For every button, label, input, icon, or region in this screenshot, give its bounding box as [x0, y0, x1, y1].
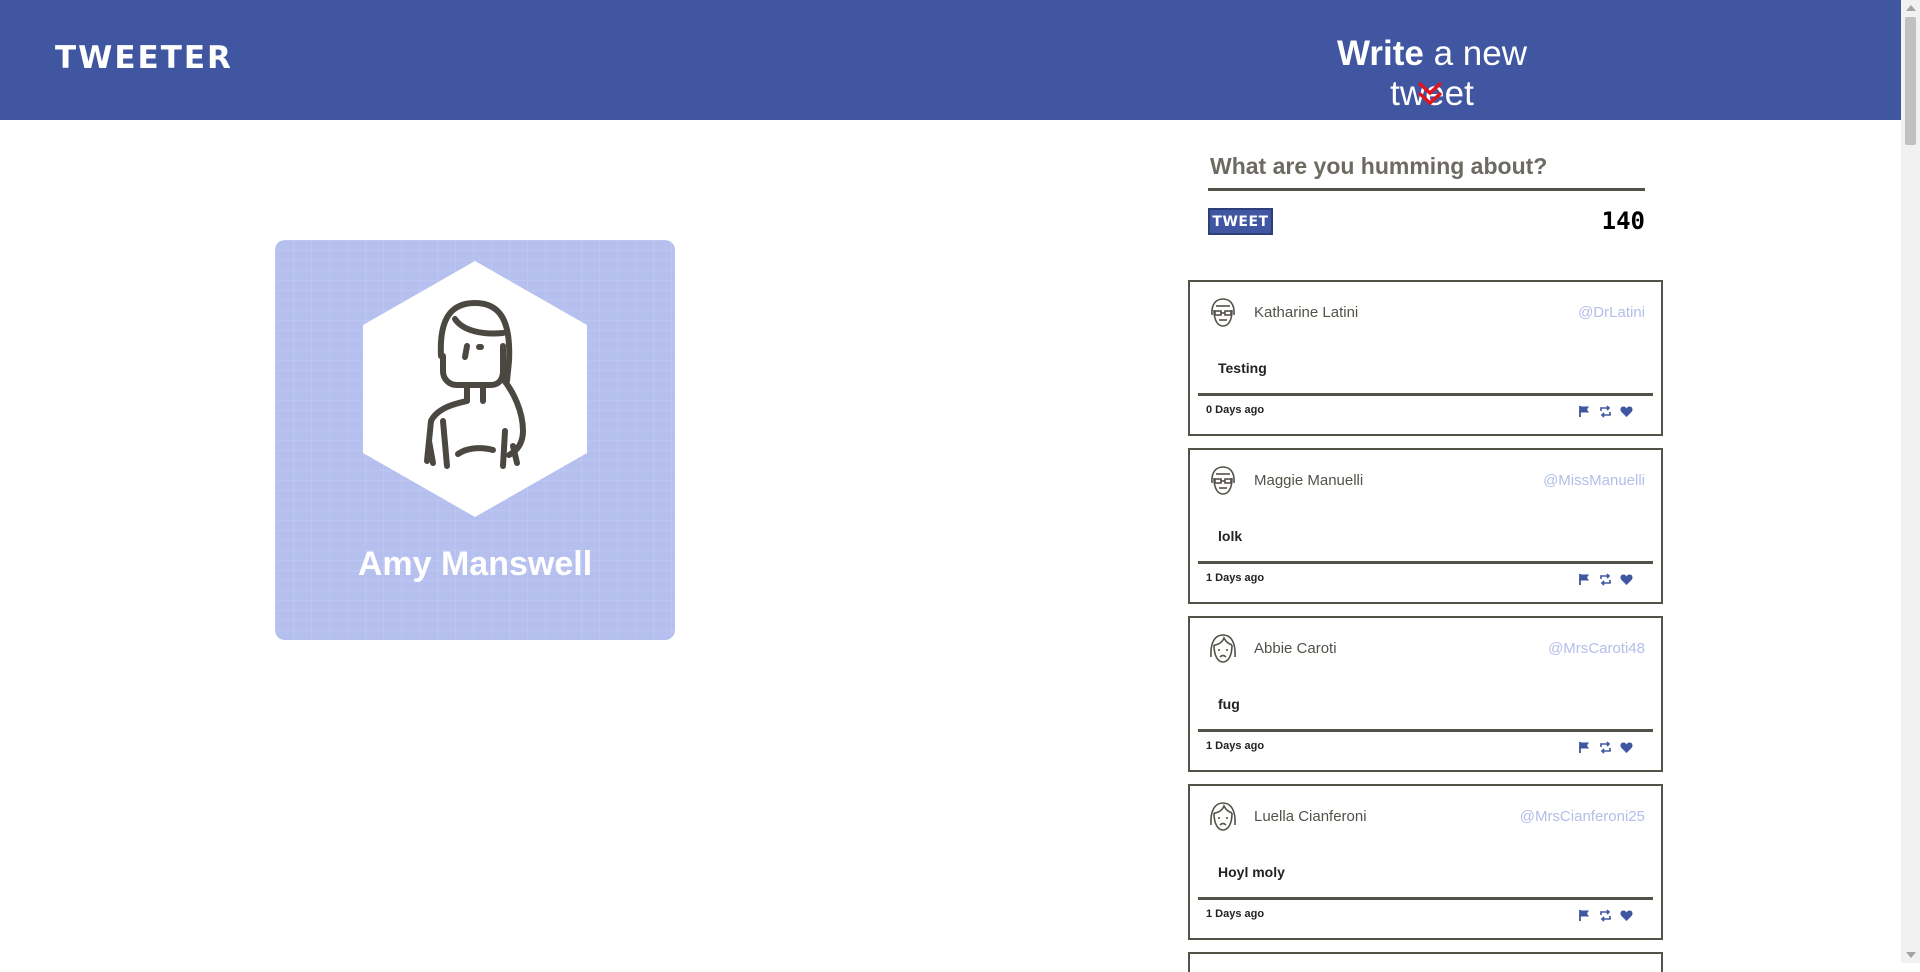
tweet-timestamp: 1 Days ago [1206, 572, 1265, 584]
tweet-author-name[interactable]: Abbie Caroti [1254, 640, 1337, 657]
tweet-text: Hoyl moly [1218, 864, 1285, 880]
heart-icon[interactable] [1620, 907, 1633, 921]
compose-toggle-bold: Write [1337, 34, 1424, 73]
tweet-card: Katharine Latini @DrLatini Testing 0 Day… [1188, 280, 1663, 436]
tweet-card-partial [1188, 952, 1663, 972]
tweet-author-name[interactable]: Maggie Manuelli [1254, 472, 1363, 489]
glasses-avatar-icon [1211, 466, 1235, 495]
compose-form: TWEET 140 [1208, 145, 1645, 235]
tweet-author-handle[interactable]: @DrLatini [1578, 304, 1645, 321]
tweet-author-name[interactable]: Katharine Latini [1254, 304, 1358, 321]
heart-icon[interactable] [1620, 571, 1633, 585]
tweet-divider [1198, 561, 1653, 564]
page-scrollbar[interactable] [1901, 0, 1920, 963]
flag-icon[interactable] [1578, 571, 1591, 585]
heart-icon[interactable] [1620, 403, 1633, 417]
woman-avatar-icon [363, 261, 587, 517]
tweet-actions [1578, 571, 1633, 586]
profile-name: Amy Manswell [357, 545, 593, 583]
flag-icon[interactable] [1578, 739, 1591, 753]
tweet-author-handle[interactable]: @MrsCaroti48 [1548, 640, 1645, 657]
scroll-up-icon[interactable] [1906, 5, 1916, 11]
tweet-card: Luella Cianferoni @MrsCianferoni25 Hoyl … [1188, 784, 1663, 940]
sad-woman-avatar-icon [1210, 634, 1236, 663]
heart-icon[interactable] [1620, 739, 1633, 753]
scroll-down-icon[interactable] [1906, 952, 1916, 958]
flag-icon[interactable] [1578, 403, 1591, 417]
tweet-submit-button[interactable]: TWEET [1208, 208, 1273, 235]
tweet-actions [1578, 739, 1633, 754]
tweet-timestamp: 0 Days ago [1206, 404, 1265, 416]
tweet-timestamp: 1 Days ago [1206, 908, 1265, 920]
character-counter: 140 [1601, 207, 1645, 235]
top-nav: TWEETER Write a new tweet [0, 0, 1901, 120]
retweet-icon[interactable] [1599, 907, 1612, 922]
tweet-text: Testing [1218, 360, 1267, 376]
tweet-actions [1578, 403, 1633, 418]
tweet-timestamp: 1 Days ago [1206, 740, 1265, 752]
profile-card: Amy Manswell [275, 240, 675, 640]
sad-woman-avatar-icon [1210, 802, 1236, 831]
retweet-icon[interactable] [1599, 739, 1612, 754]
double-chevron-down-icon[interactable] [1415, 80, 1445, 108]
tweet-author-handle[interactable]: @MrsCianferoni25 [1520, 808, 1645, 825]
tweet-card: Abbie Caroti @MrsCaroti48 fug 1 Days ago [1188, 616, 1663, 772]
tweet-author-handle[interactable]: @MissManuelli [1543, 472, 1645, 489]
glasses-avatar-icon [1211, 298, 1235, 327]
scrollbar-thumb[interactable] [1905, 17, 1916, 145]
tweet-divider [1198, 393, 1653, 396]
tweet-text-input[interactable] [1208, 145, 1645, 191]
retweet-icon[interactable] [1599, 571, 1612, 586]
tweet-text: fug [1218, 696, 1240, 712]
logo[interactable]: TWEETER [55, 40, 233, 76]
tweet-card: Maggie Manuelli @MissManuelli lolk 1 Day… [1188, 448, 1663, 604]
tweet-divider [1198, 729, 1653, 732]
flag-icon[interactable] [1578, 907, 1591, 921]
retweet-icon[interactable] [1599, 403, 1612, 418]
tweet-text: lolk [1218, 528, 1243, 544]
tweet-divider [1198, 897, 1653, 900]
tweet-author-name[interactable]: Luella Cianferoni [1254, 808, 1367, 825]
tweet-actions [1578, 907, 1633, 922]
